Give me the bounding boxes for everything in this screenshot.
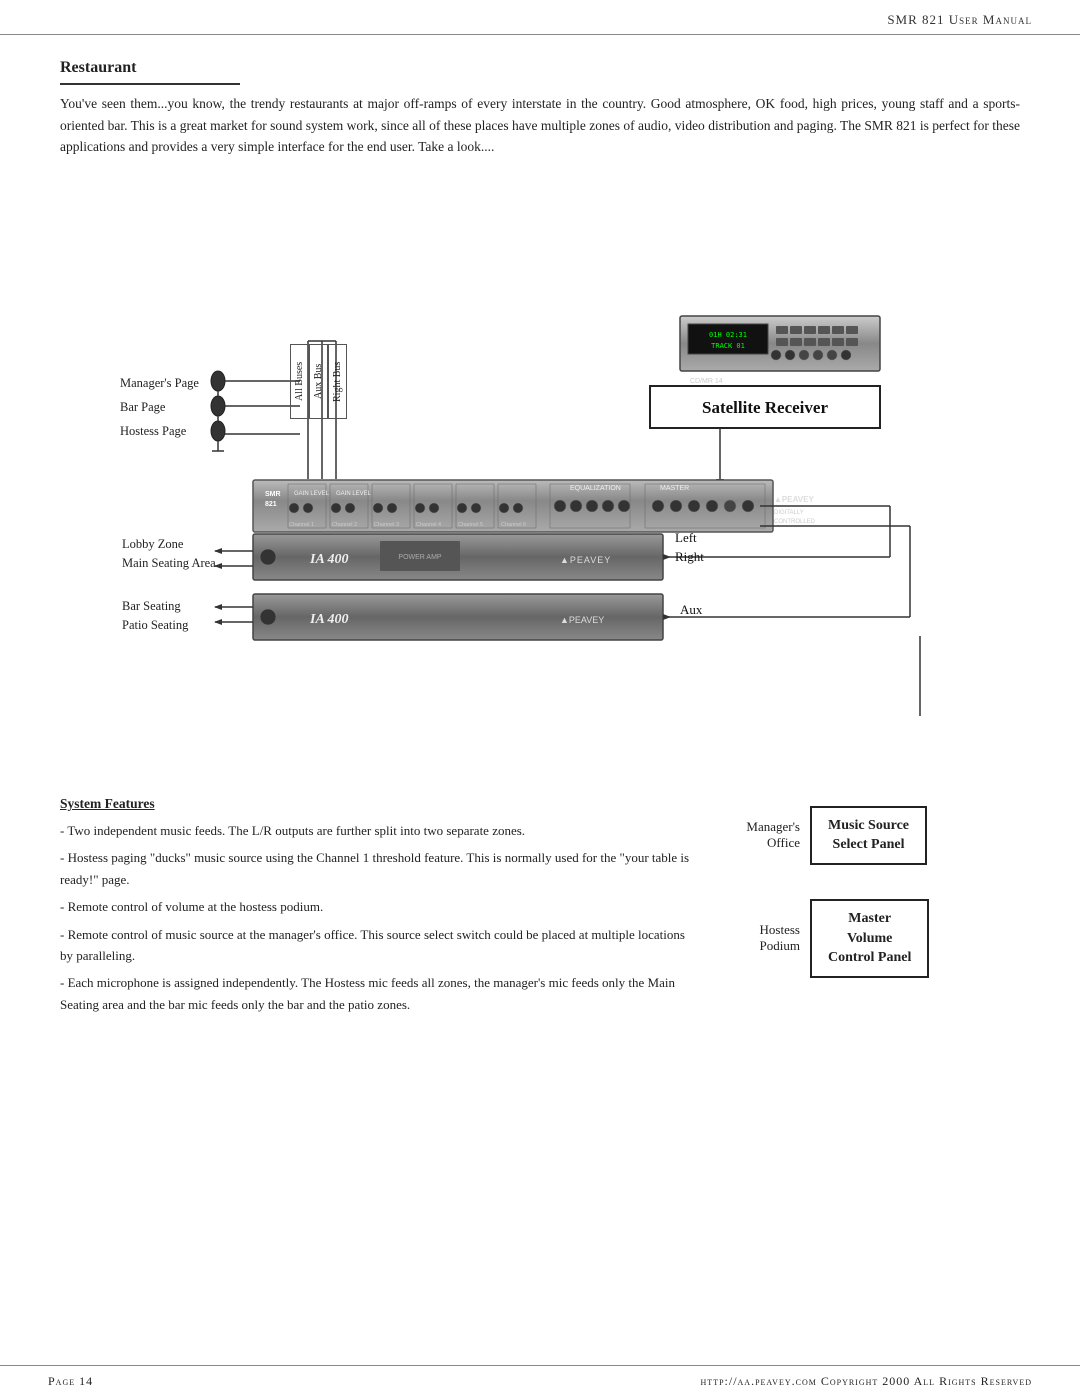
svg-text:Aux: Aux [680, 602, 703, 617]
panels-area: Manager'sOffice Music Source Select Pane… [710, 796, 1020, 1022]
svg-text:GAIN LEVEL: GAIN LEVEL [294, 491, 330, 497]
svg-text:Channel 4: Channel 4 [416, 522, 441, 528]
hostess-podium-label: HostessPodium [720, 922, 800, 954]
diagram-area: 01H 02:31 TRACK 01 CD/MR 14 [60, 186, 1020, 766]
master-volume-panel: Master Volume Control Panel [810, 899, 929, 978]
bar-page-label: Bar Page [120, 400, 165, 415]
feature-item-4: - Remote control of music source at the … [60, 924, 690, 967]
music-source-panel: Music Source Select Panel [810, 806, 927, 865]
features-section: System Features - Two independent music … [60, 796, 710, 1022]
aux-bus-label: Aux Bus [309, 344, 328, 419]
all-buses-label: All Buses [290, 344, 309, 419]
page-number: Page 14 [48, 1374, 93, 1389]
page-header: SMR 821 User Manual [0, 0, 1080, 35]
main-seating-label: Main Seating Area [122, 556, 216, 571]
svg-text:Channel 3: Channel 3 [374, 522, 399, 528]
music-source-row: Manager'sOffice Music Source Select Pane… [720, 806, 1020, 865]
svg-text:Right: Right [675, 549, 704, 564]
header-title: SMR 821 User Manual [887, 12, 1032, 28]
page-content: Restaurant You've seen them...you know, … [0, 35, 1080, 1081]
svg-text:Channel 6: Channel 6 [501, 522, 526, 528]
svg-text:CD/MR 14: CD/MR 14 [690, 378, 723, 385]
feature-item-2: - Hostess paging "ducks" music source us… [60, 847, 690, 890]
svg-text:CONTROLLED: CONTROLLED [774, 519, 816, 525]
svg-text:DIGITALLY: DIGITALLY [774, 510, 804, 516]
hostess-page-label: Hostess Page [120, 424, 186, 439]
svg-text:▲PEAVEY: ▲PEAVEY [560, 615, 604, 625]
right-bus-label: Right Bus [328, 344, 347, 419]
svg-text:POWER AMP: POWER AMP [398, 554, 442, 561]
svg-text:Left: Left [675, 530, 697, 545]
svg-text:EQUALIZATION: EQUALIZATION [570, 485, 621, 492]
intro-text: You've seen them...you know, the trendy … [60, 93, 1020, 158]
svg-text:TRACK 01: TRACK 01 [711, 342, 745, 350]
managers-page-label: Manager's Page [120, 376, 199, 391]
lower-section: System Features - Two independent music … [60, 796, 1020, 1022]
svg-text:IA 400: IA 400 [309, 612, 349, 627]
svg-text:Channel 2: Channel 2 [332, 522, 357, 528]
svg-text:MASTER: MASTER [660, 485, 689, 492]
svg-text:SMR: SMR [265, 491, 281, 498]
svg-text:Channel 5: Channel 5 [458, 522, 483, 528]
page-footer: Page 14 http://aa.peavey.com Copyright 2… [0, 1365, 1080, 1397]
lobby-zone-label: Lobby Zone [122, 537, 183, 552]
svg-text:01H 02:31: 01H 02:31 [709, 331, 747, 339]
patio-seating-label: Patio Seating [122, 618, 188, 633]
feature-item-5: - Each microphone is assigned independen… [60, 972, 690, 1015]
bar-seating-label: Bar Seating [122, 599, 181, 614]
master-volume-row: HostessPodium Master Volume Control Pane… [720, 899, 1020, 978]
feature-item-1: - Two independent music feeds. The L/R o… [60, 820, 690, 841]
svg-text:▲PEAVEY: ▲PEAVEY [560, 555, 611, 565]
connections-svg: 01H 02:31 TRACK 01 CD/MR 14 [60, 186, 1020, 766]
svg-text:Satellite Receiver: Satellite Receiver [702, 398, 828, 417]
features-text: - Two independent music feeds. The L/R o… [60, 820, 690, 1016]
feature-item-3: - Remote control of volume at the hostes… [60, 896, 690, 917]
svg-text:IA 400: IA 400 [309, 552, 349, 567]
svg-text:Channel 1: Channel 1 [289, 522, 314, 528]
footer-copyright: http://aa.peavey.com Copyright 2000 All … [701, 1374, 1032, 1389]
section-heading: Restaurant [60, 59, 240, 85]
svg-text:GAIN LEVEL: GAIN LEVEL [336, 491, 372, 497]
features-heading: System Features [60, 796, 690, 812]
managers-office-label: Manager'sOffice [720, 819, 800, 851]
svg-text:821: 821 [265, 501, 277, 508]
svg-text:▲PEAVEY: ▲PEAVEY [774, 495, 814, 504]
